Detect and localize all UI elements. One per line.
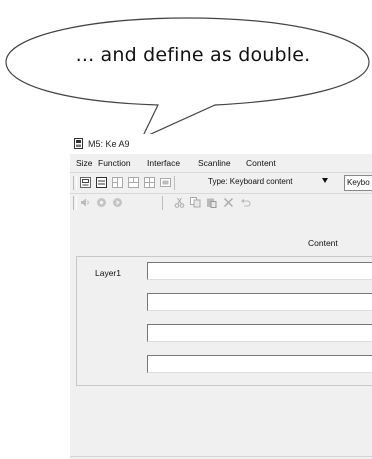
keyboard-combo[interactable]: Keybo bbox=[344, 175, 372, 191]
bottom-divider bbox=[70, 456, 372, 457]
callout-text: ... and define as double. bbox=[75, 44, 311, 66]
undo-icon[interactable] bbox=[240, 197, 251, 208]
layer-group: Layer1 bbox=[76, 256, 372, 386]
menu-bar: Size Function Interface Scanline Content bbox=[70, 158, 372, 172]
app-window: M5: Ke A9 Size Function Interface Scanli… bbox=[70, 134, 372, 459]
edit-toolbar bbox=[70, 193, 372, 213]
toolbar-grip[interactable] bbox=[73, 196, 77, 210]
chevron-down-icon[interactable] bbox=[322, 178, 328, 183]
window-title: M5: Ke A9 bbox=[88, 139, 130, 149]
content-area: Content Layer1 bbox=[70, 214, 372, 459]
split-vertical-icon[interactable] bbox=[112, 177, 123, 188]
app-icon bbox=[74, 138, 83, 149]
layer-label: Layer1 bbox=[95, 268, 121, 278]
title-bar: M5: Ke A9 bbox=[70, 134, 372, 154]
type-select-value: Type: Keyboard content bbox=[208, 177, 293, 186]
content-field-3[interactable] bbox=[147, 324, 372, 342]
split-horizontal-icon[interactable] bbox=[128, 177, 139, 188]
grid-layout-icon[interactable] bbox=[144, 177, 155, 188]
menu-scanline[interactable]: Scanline bbox=[198, 158, 231, 168]
copy-icon[interactable] bbox=[190, 197, 201, 208]
keyboard-combo-value: Keybo bbox=[347, 178, 370, 187]
menu-content[interactable]: Content bbox=[246, 158, 276, 168]
toolbar-separator bbox=[162, 196, 163, 210]
format-toolbar: Type: Keyboard content Keybo bbox=[70, 172, 372, 194]
menu-size[interactable]: Size bbox=[76, 158, 93, 168]
type-select[interactable]: Type: Keyboard content bbox=[170, 175, 340, 189]
content-column-header: Content bbox=[308, 238, 338, 248]
single-layer-icon[interactable] bbox=[80, 177, 91, 188]
double-layer-icon[interactable] bbox=[96, 177, 107, 188]
menu-interface[interactable]: Interface bbox=[147, 158, 180, 168]
menu-function[interactable]: Function bbox=[98, 158, 131, 168]
speaker-icon[interactable] bbox=[80, 197, 91, 208]
play-icon[interactable] bbox=[112, 197, 123, 208]
toolbar-grip[interactable] bbox=[73, 176, 77, 190]
paste-icon[interactable] bbox=[206, 197, 217, 208]
content-field-2[interactable] bbox=[147, 293, 372, 311]
cut-icon[interactable] bbox=[174, 197, 185, 208]
content-field-4[interactable] bbox=[147, 355, 372, 373]
delete-icon[interactable] bbox=[223, 197, 234, 208]
content-field-1[interactable] bbox=[147, 262, 372, 280]
record-icon[interactable] bbox=[96, 197, 107, 208]
